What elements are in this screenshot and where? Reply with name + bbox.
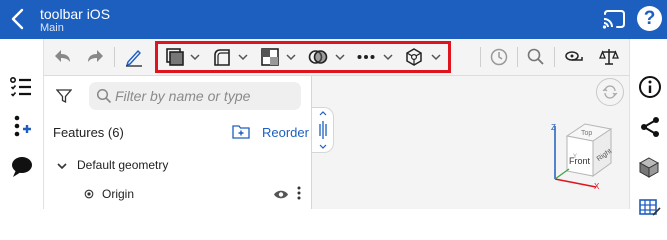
search-placeholder: Filter by name or type bbox=[115, 88, 251, 104]
mass-properties-icon[interactable] bbox=[599, 47, 619, 67]
cube-axis-z: Z bbox=[551, 123, 556, 132]
features-header: Features (6) bbox=[53, 125, 124, 140]
redo-icon[interactable] bbox=[85, 47, 105, 67]
sketch-icon[interactable] bbox=[124, 47, 144, 67]
feature-search-input[interactable]: Filter by name or type bbox=[89, 82, 301, 110]
cube-face-front[interactable]: Front bbox=[569, 156, 591, 166]
more-options-icon[interactable] bbox=[297, 186, 301, 200]
app-header: toolbar iOS Main ? bbox=[0, 0, 667, 39]
appearance-icon[interactable] bbox=[637, 155, 661, 179]
feature-list-icon[interactable] bbox=[9, 75, 33, 99]
document-title: toolbar iOS bbox=[40, 6, 111, 22]
info-icon[interactable] bbox=[638, 75, 662, 99]
search-icon bbox=[96, 88, 112, 104]
rotate-view-button[interactable] bbox=[596, 78, 624, 106]
cube-axis-x: X bbox=[594, 182, 600, 191]
resize-handle-icon bbox=[319, 111, 327, 149]
rotate-icon bbox=[602, 85, 618, 99]
measure-icon[interactable] bbox=[564, 47, 584, 67]
eye-icon[interactable] bbox=[273, 189, 289, 200]
feature-item-origin[interactable]: Origin bbox=[102, 187, 134, 201]
filter-icon[interactable] bbox=[56, 88, 72, 104]
bom-table-icon[interactable] bbox=[638, 195, 662, 219]
share-icon[interactable] bbox=[638, 115, 662, 139]
toolbar-divider bbox=[517, 47, 518, 67]
panel-resize-handle[interactable] bbox=[312, 107, 334, 153]
toolbar-divider bbox=[114, 47, 115, 67]
workspace-name: Main bbox=[40, 22, 64, 34]
left-sidebar bbox=[0, 39, 44, 209]
reorder-button[interactable]: Reorder bbox=[262, 125, 309, 140]
chevron-down-icon[interactable] bbox=[56, 160, 68, 172]
undo-icon[interactable] bbox=[53, 47, 73, 67]
help-button[interactable]: ? bbox=[637, 6, 662, 31]
view-cube[interactable]: Z Y X Top Front Right bbox=[545, 118, 627, 194]
search-tools-icon[interactable] bbox=[526, 47, 546, 67]
right-sidebar bbox=[629, 39, 667, 216]
toolbar-divider bbox=[480, 47, 481, 67]
history-icon[interactable] bbox=[489, 47, 509, 67]
group-default-geometry[interactable]: Default geometry bbox=[77, 158, 168, 172]
add-folder-icon[interactable] bbox=[232, 123, 250, 139]
cast-icon[interactable] bbox=[602, 8, 626, 30]
comments-icon[interactable] bbox=[10, 155, 34, 179]
back-arrow-icon[interactable] bbox=[8, 7, 30, 31]
variables-icon[interactable] bbox=[10, 115, 34, 139]
origin-icon bbox=[84, 189, 94, 199]
cube-face-top[interactable]: Top bbox=[581, 130, 592, 137]
toolbar-divider bbox=[554, 47, 555, 67]
toolbar-highlight-box bbox=[155, 41, 451, 73]
